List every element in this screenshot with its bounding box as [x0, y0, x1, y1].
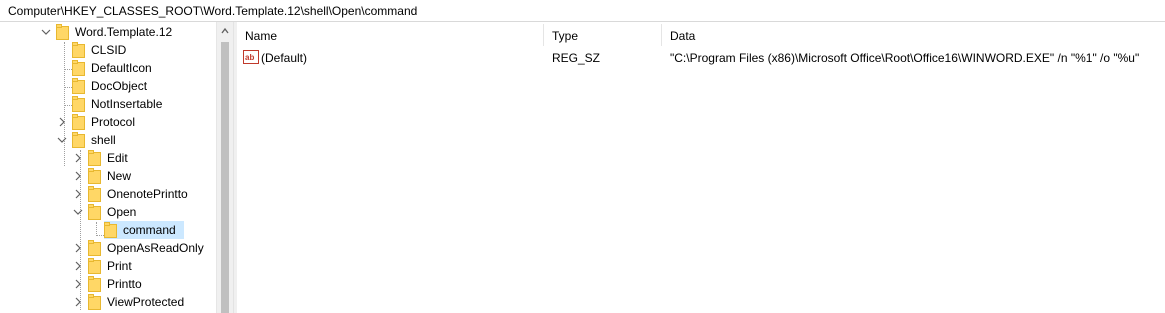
chevron-right-icon[interactable] — [72, 152, 84, 164]
registry-tree[interactable]: Word.Template.12 CLSID DefaultIcon DocOb… — [0, 22, 233, 313]
tree-item-defaulticon[interactable]: DefaultIcon — [0, 59, 216, 77]
tree-item-label: Printto — [107, 277, 142, 291]
folder-icon — [56, 24, 69, 40]
tree-item-label: Open — [107, 205, 137, 219]
tree-item-label: Edit — [107, 151, 128, 165]
column-header-name[interactable]: Name — [237, 22, 544, 46]
folder-icon — [88, 294, 101, 310]
folder-icon — [72, 60, 85, 76]
tree-item-label: OpenAsReadOnly — [107, 241, 204, 255]
tree-item-openasreadonly[interactable]: OpenAsReadOnly — [0, 239, 216, 257]
folder-icon — [88, 240, 101, 256]
tree-scrollbar[interactable] — [216, 22, 233, 313]
tree-item-protocol[interactable]: Protocol — [0, 113, 216, 131]
tree-item-label: shell — [91, 133, 116, 147]
folder-icon — [72, 96, 85, 112]
folder-icon — [88, 150, 101, 166]
chevron-down-icon[interactable] — [56, 134, 68, 146]
tree-item-clsid[interactable]: CLSID — [0, 41, 216, 59]
value-name: (Default) — [261, 51, 308, 65]
tree-item-open[interactable]: Open — [0, 203, 216, 221]
column-header-type[interactable]: Type — [544, 22, 662, 46]
tree-item-label: DefaultIcon — [91, 61, 152, 75]
tree-item-label: Print — [107, 259, 132, 273]
chevron-down-icon[interactable] — [72, 206, 84, 218]
column-header-label: Type — [552, 29, 579, 43]
values-list[interactable]: Name Type Data ab (Default) REG_SZ "C:\P… — [237, 22, 1165, 313]
tree-item-docobject[interactable]: DocObject — [0, 77, 216, 95]
tree-item-print[interactable]: Print — [0, 257, 216, 275]
folder-icon — [72, 78, 85, 94]
column-header-data[interactable]: Data — [662, 22, 1165, 46]
tree-item-label: ViewProtected — [107, 295, 185, 309]
tree-item-label: NotInsertable — [91, 97, 163, 111]
string-value-icon: ab — [243, 50, 259, 64]
folder-icon — [72, 42, 85, 58]
tree-item-label: New — [107, 169, 132, 183]
folder-icon — [88, 168, 101, 184]
tree-item-edit[interactable]: Edit — [0, 149, 216, 167]
folder-icon — [72, 132, 85, 148]
value-data: "C:\Program Files (x86)\Microsoft Office… — [670, 51, 1140, 65]
chevron-right-icon[interactable] — [72, 242, 84, 254]
folder-icon — [88, 258, 101, 274]
tree-item-label: Protocol — [91, 115, 136, 129]
address-bar[interactable]: Computer\HKEY_CLASSES_ROOT\Word.Template… — [0, 0, 1165, 22]
tree-item-label: CLSID — [91, 43, 127, 57]
chevron-right-icon[interactable] — [56, 116, 68, 128]
tree-item-notinsertable[interactable]: NotInsertable — [0, 95, 216, 113]
tree-item-label: OnenotePrintto — [107, 187, 188, 201]
tree-item-shell[interactable]: shell — [0, 131, 216, 149]
chevron-right-icon[interactable] — [72, 296, 84, 308]
svg-text:ab: ab — [245, 53, 254, 62]
tree-item-label: DocObject — [91, 79, 148, 93]
folder-icon — [88, 276, 101, 292]
tree-item-word-template-12[interactable]: Word.Template.12 — [0, 23, 216, 41]
chevron-right-icon[interactable] — [72, 278, 84, 290]
column-header-label: Data — [670, 29, 696, 43]
value-type: REG_SZ — [552, 51, 601, 65]
folder-open-icon — [104, 222, 117, 238]
tree-item-command[interactable]: command — [0, 221, 216, 239]
tree-item-printto[interactable]: Printto — [0, 275, 216, 293]
tree-item-label: Word.Template.12 — [75, 25, 173, 39]
tree-item-viewprotected[interactable]: ViewProtected — [0, 293, 216, 311]
folder-icon — [88, 186, 101, 202]
folder-icon — [88, 204, 101, 220]
chevron-down-icon[interactable] — [40, 26, 52, 38]
chevron-right-icon[interactable] — [72, 188, 84, 200]
list-header: Name Type Data — [237, 22, 1165, 46]
address-path[interactable]: Computer\HKEY_CLASSES_ROOT\Word.Template… — [8, 4, 417, 18]
folder-icon — [72, 114, 85, 130]
scroll-up-icon[interactable] — [221, 27, 229, 35]
scrollbar-thumb[interactable] — [221, 42, 229, 313]
tree-item-label: command — [123, 223, 176, 237]
table-row[interactable]: ab (Default) REG_SZ "C:\Program Files (x… — [237, 48, 1165, 68]
tree-item-new[interactable]: New — [0, 167, 216, 185]
chevron-right-icon[interactable] — [72, 170, 84, 182]
tree-item-onenoteprintto[interactable]: OnenotePrintto — [0, 185, 216, 203]
column-header-label: Name — [245, 29, 278, 43]
chevron-right-icon[interactable] — [72, 260, 84, 272]
